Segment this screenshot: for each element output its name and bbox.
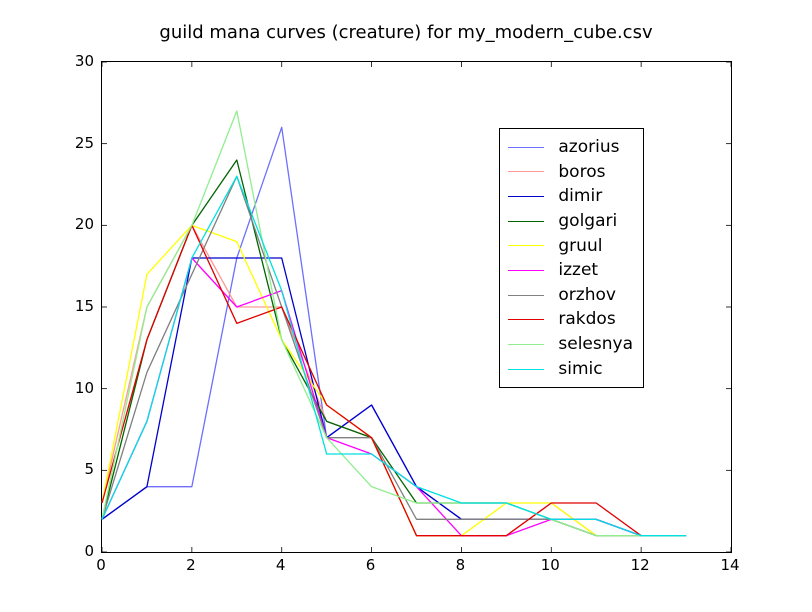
- legend-entry-azorius: azorius: [508, 135, 633, 160]
- legend-label: rakdos: [558, 307, 615, 332]
- legend-swatch: [508, 196, 544, 197]
- x-tick-label: 14: [720, 556, 739, 574]
- y-tick-label: 25: [54, 134, 94, 152]
- y-tick-label: 5: [54, 460, 94, 478]
- x-tick-label: 8: [456, 556, 466, 574]
- legend-label: azorius: [558, 135, 619, 160]
- y-tick-label: 10: [54, 379, 94, 397]
- legend-label: selesnya: [558, 332, 633, 357]
- legend-entry-selesnya: selesnya: [508, 332, 633, 357]
- legend-entry-boros: boros: [508, 160, 633, 185]
- legend-label: simic: [558, 357, 602, 382]
- legend-label: gruul: [558, 234, 602, 259]
- legend-label: golgari: [558, 209, 617, 234]
- legend-label: izzet: [558, 258, 598, 283]
- legend-swatch: [508, 171, 544, 172]
- x-tick-label: 4: [276, 556, 286, 574]
- legend-swatch: [508, 369, 544, 370]
- legend-swatch: [508, 319, 544, 320]
- legend-swatch: [508, 270, 544, 271]
- legend-entry-izzet: izzet: [508, 258, 633, 283]
- plot-area: azoriusborosdimirgolgarigruulizzetorzhov…: [101, 61, 732, 553]
- x-tick-label: 6: [366, 556, 376, 574]
- legend-swatch: [508, 295, 544, 296]
- x-tick-label: 10: [541, 556, 560, 574]
- legend-entry-rakdos: rakdos: [508, 307, 633, 332]
- figure: guild mana curves (creature) for my_mode…: [0, 0, 812, 612]
- x-tick-label: 0: [96, 556, 106, 574]
- legend-entry-gruul: gruul: [508, 234, 633, 259]
- y-tick-label: 0: [54, 542, 94, 560]
- legend-swatch: [508, 344, 544, 345]
- legend-swatch: [508, 245, 544, 246]
- y-tick-label: 20: [54, 215, 94, 233]
- legend-swatch: [508, 221, 544, 222]
- legend: azoriusborosdimirgolgarigruulizzetorzhov…: [499, 128, 644, 388]
- legend-entry-dimir: dimir: [508, 184, 633, 209]
- legend-label: dimir: [558, 184, 602, 209]
- y-tick-label: 15: [54, 297, 94, 315]
- x-tick-label: 12: [631, 556, 650, 574]
- x-tick-label: 2: [186, 556, 196, 574]
- y-tick-label: 30: [54, 52, 94, 70]
- legend-label: boros: [558, 160, 605, 185]
- chart-title: guild mana curves (creature) for my_mode…: [0, 22, 812, 43]
- legend-entry-golgari: golgari: [508, 209, 633, 234]
- legend-entry-orzhov: orzhov: [508, 283, 633, 308]
- legend-label: orzhov: [558, 283, 616, 308]
- legend-swatch: [508, 147, 544, 148]
- legend-entry-simic: simic: [508, 357, 633, 382]
